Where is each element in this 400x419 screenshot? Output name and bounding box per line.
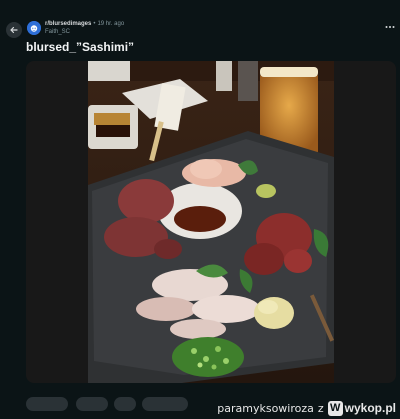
wykop-logo: W wykop.pl: [327, 400, 396, 416]
more-options-button[interactable]: [384, 22, 396, 32]
meta-separator: •: [93, 21, 96, 27]
watermark-z: z: [317, 401, 324, 415]
wykop-logo-icon: W: [327, 400, 343, 416]
sashimi-photo-drawing: [88, 61, 334, 383]
post-header: r/blursedimages • 19 hr. ago Faith_SC: [0, 0, 400, 38]
subreddit-link[interactable]: r/blursedimages: [45, 21, 91, 27]
sashimi-photo[interactable]: [88, 61, 334, 383]
arrow-left-icon: [10, 26, 18, 34]
wykop-watermark: paramyksowiroza z W wykop.pl: [217, 399, 396, 417]
ellipsis-icon: [385, 26, 395, 28]
post-time: 19 hr. ago: [97, 21, 125, 27]
back-button[interactable]: [6, 22, 22, 38]
watermark-username: paramyksowiroza: [217, 401, 314, 415]
post-media[interactable]: [26, 61, 396, 383]
subreddit-avatar-icon[interactable]: [27, 21, 41, 35]
share-button[interactable]: [142, 397, 188, 411]
award-button[interactable]: [114, 397, 136, 411]
post-meta: r/blursedimages • 19 hr. ago: [45, 20, 124, 28]
post-actions: [26, 397, 226, 411]
post-title[interactable]: blursed_”Sashimi”: [26, 40, 134, 54]
comments-button[interactable]: [76, 397, 108, 411]
vote-button[interactable]: [26, 397, 68, 411]
wykop-site-name: wykop.pl: [344, 401, 396, 415]
author-link[interactable]: Faith_SC: [45, 29, 70, 35]
